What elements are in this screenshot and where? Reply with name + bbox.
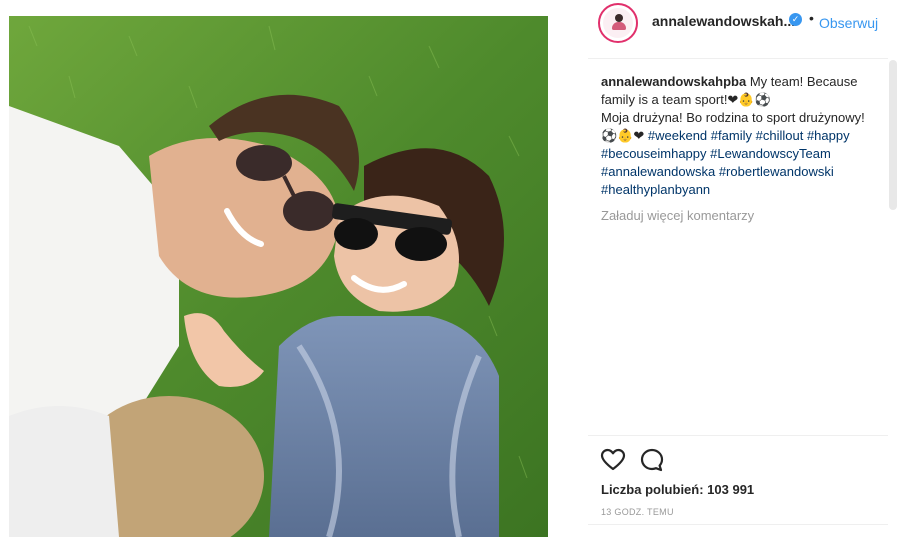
hashtag[interactable]: #annalewandowska <box>601 164 715 179</box>
comment-icon <box>640 448 664 472</box>
header-divider <box>588 58 888 59</box>
post-sidebar: annalewandowskah... ✓ • Obserwuj annalew… <box>588 0 900 537</box>
actions-divider <box>588 435 888 436</box>
hashtag[interactable]: #becouseimhappy <box>601 146 707 161</box>
avatar-figure-head <box>615 14 623 22</box>
caption-username[interactable]: annalewandowskahpba <box>601 74 746 89</box>
follow-button[interactable]: Obserwuj <box>819 15 878 31</box>
hashtag[interactable]: #healthyplanbyann <box>601 182 710 197</box>
hashtag[interactable]: #LewandowscyTeam <box>710 146 831 161</box>
header-separator: • <box>809 10 814 26</box>
scrollbar[interactable] <box>889 60 897 210</box>
post-photo[interactable] <box>9 16 548 537</box>
hashtag[interactable]: #family <box>711 128 752 143</box>
verified-badge-icon: ✓ <box>789 13 802 26</box>
like-button[interactable] <box>600 447 626 473</box>
avatar-figure-body <box>612 22 626 30</box>
heart-icon <box>600 448 626 471</box>
likes-count[interactable]: Liczba polubień: 103 991 <box>601 482 754 497</box>
family-selfie-photo <box>9 16 548 537</box>
avatar-image <box>603 8 633 38</box>
post-caption: annalewandowskahpba My team! Because fam… <box>601 73 873 199</box>
comment-button[interactable] <box>639 447 665 473</box>
footer-divider <box>588 524 888 525</box>
load-more-comments[interactable]: Załaduj więcej komentarzy <box>601 208 754 223</box>
hashtag[interactable]: #weekend <box>648 128 707 143</box>
hashtag[interactable]: #happy <box>807 128 850 143</box>
post-timestamp[interactable]: 13 GODZ. TEMU <box>601 507 674 517</box>
avatar[interactable] <box>598 3 638 43</box>
hashtag[interactable]: #chillout <box>756 128 804 143</box>
header-username[interactable]: annalewandowskah... <box>652 13 795 29</box>
hashtag[interactable]: #robertlewandowski <box>719 164 834 179</box>
post-header: annalewandowskah... ✓ • Obserwuj <box>588 0 900 44</box>
